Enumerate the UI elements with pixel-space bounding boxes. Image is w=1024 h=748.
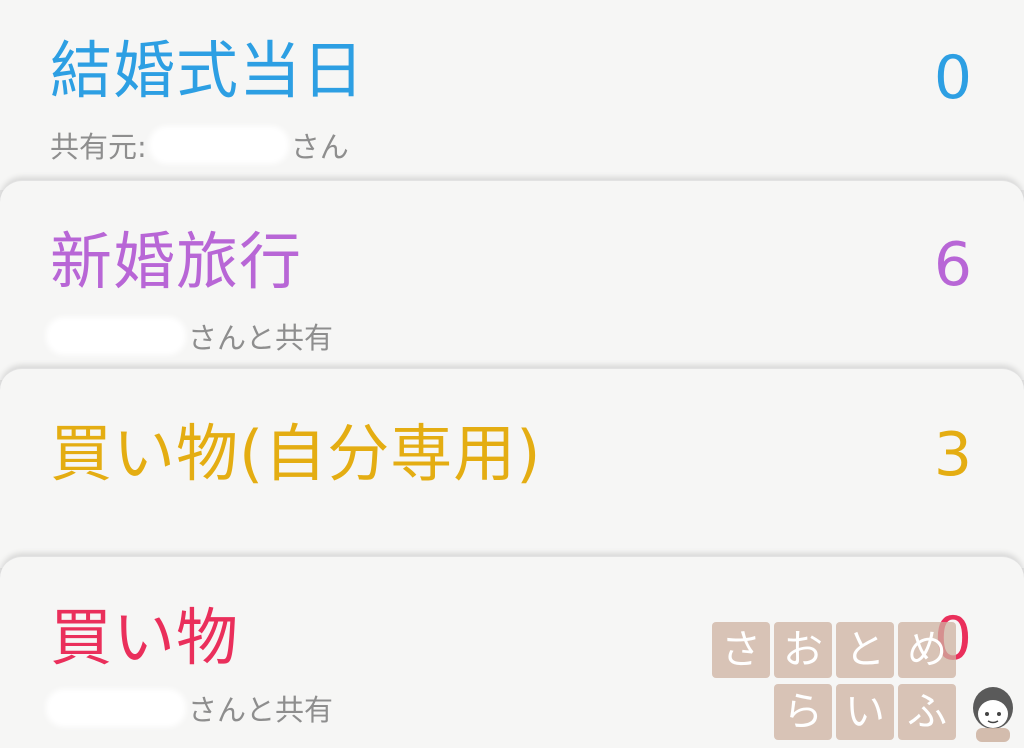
person-icon [973, 687, 1013, 742]
watermark-logo: さ お と め ら い ふ [712, 622, 1024, 748]
watermark-char: さ [712, 622, 770, 678]
redacted-name [152, 130, 285, 160]
list-card-shopping-private[interactable]: 買い物(自分専用) 3 [0, 368, 1024, 568]
redacted-name [50, 321, 182, 351]
watermark-char: め [898, 622, 956, 678]
watermark-char: ふ [898, 684, 956, 740]
list-title: 買い物(自分専用) [50, 417, 542, 490]
list-count: 3 [933, 420, 972, 490]
share-prefix: 共有元: [50, 130, 147, 164]
list-title: 買い物 [50, 601, 240, 674]
share-suffix: さんと共有 [188, 693, 334, 727]
lists-screen: 結婚式当日 0 共有元: さん 新婚旅行 6 さんと共有 買い物(自分専用) 3… [0, 0, 1024, 748]
share-suffix: さんと共有 [188, 321, 334, 355]
list-card-wedding-day[interactable]: 結婚式当日 0 共有元: さん [0, 0, 1024, 190]
redacted-name [50, 693, 182, 723]
list-share-info: さんと共有 [50, 687, 333, 729]
watermark-char: い [836, 684, 894, 740]
list-count: 0 [933, 43, 972, 113]
watermark-char: ら [774, 684, 832, 740]
list-share-info: さんと共有 [50, 315, 333, 357]
watermark-char: お [774, 622, 832, 678]
list-count: 6 [933, 230, 972, 300]
share-suffix: さん [290, 130, 349, 164]
list-card-honeymoon[interactable]: 新婚旅行 6 さんと共有 [0, 180, 1024, 380]
list-share-info: 共有元: さん [50, 124, 349, 166]
watermark-char: と [836, 622, 894, 678]
list-title: 新婚旅行 [50, 225, 303, 298]
list-title: 結婚式当日 [50, 34, 366, 107]
